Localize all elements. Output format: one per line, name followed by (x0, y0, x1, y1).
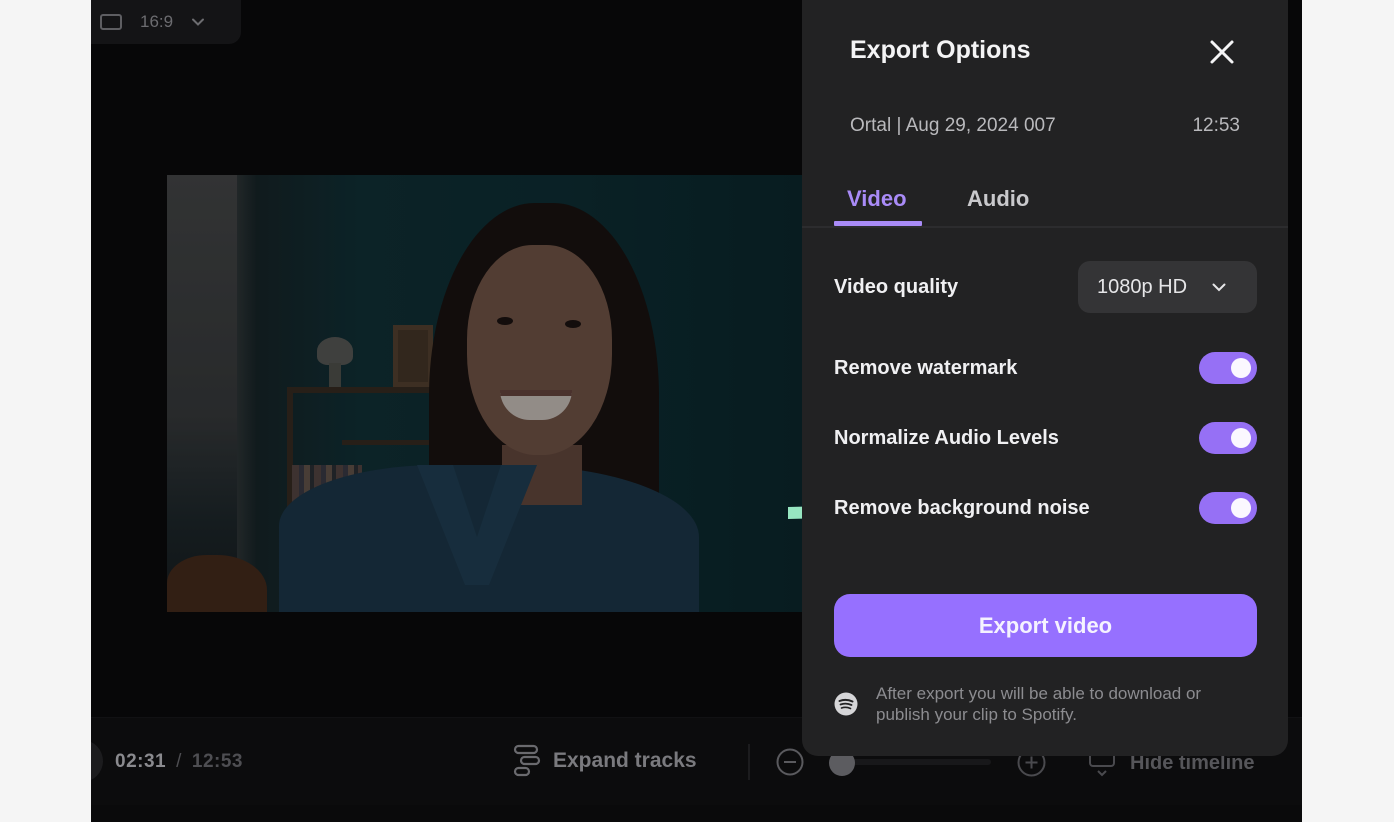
zoom-out-icon[interactable] (776, 748, 804, 776)
aspect-frame-icon (100, 14, 122, 30)
export-note: After export you will be able to downloa… (834, 683, 1257, 725)
export-options-panel: Export Options Ortal | Aug 29, 2024 007 … (802, 0, 1288, 756)
play-button[interactable] (91, 740, 103, 782)
option-row-remove-noise: Remove background noise (834, 482, 1257, 534)
export-tabs: Video Audio (802, 178, 1288, 228)
option-label: Remove watermark (834, 356, 1018, 379)
option-row-normalize-audio: Normalize Audio Levels (834, 412, 1257, 464)
toolbar-divider (748, 744, 750, 780)
remove-watermark-toggle[interactable] (1199, 352, 1257, 384)
current-time: 02:31 (115, 751, 167, 772)
export-note-text: After export you will be able to downloa… (876, 684, 1202, 724)
time-separator: / (176, 751, 182, 772)
timeline-area (91, 805, 1302, 822)
option-label: Remove background noise (834, 496, 1090, 519)
chevron-down-icon (1212, 283, 1226, 292)
total-time: 12:53 (191, 751, 243, 772)
video-quality-label: Video quality (834, 275, 959, 298)
panel-title: Export Options (850, 36, 1031, 64)
toggle-knob (1231, 498, 1251, 518)
tab-audio[interactable]: Audio (967, 186, 1029, 212)
spotify-icon (834, 692, 858, 716)
toggle-knob (1231, 358, 1251, 378)
clip-title: Ortal | Aug 29, 2024 007 (850, 115, 1056, 136)
video-quality-row: Video quality 1080p HD (834, 261, 1257, 313)
video-preview[interactable] (167, 175, 807, 612)
clip-duration: 12:53 (1192, 115, 1240, 136)
expand-tracks-label: Expand tracks (553, 749, 697, 772)
clip-meta: Ortal | Aug 29, 2024 007 12:53 (850, 115, 1240, 137)
modal-overlay-dim (167, 175, 807, 612)
aspect-ratio-value: 16:9 (140, 12, 174, 31)
tab-video[interactable]: Video (847, 186, 907, 212)
chevron-down-icon (192, 18, 205, 26)
tracks-icon (513, 744, 541, 777)
remove-noise-toggle[interactable] (1199, 492, 1257, 524)
close-icon[interactable] (1207, 37, 1237, 67)
expand-tracks-button[interactable]: Expand tracks (513, 744, 697, 778)
aspect-ratio-selector[interactable]: 16:9 (91, 0, 241, 44)
zoom-slider-track[interactable] (836, 759, 991, 765)
normalize-audio-toggle[interactable] (1199, 422, 1257, 454)
option-label: Normalize Audio Levels (834, 426, 1059, 449)
tabs-divider (802, 226, 1288, 228)
playback-time: 02:31 / 12:53 (115, 751, 243, 773)
video-quality-select[interactable]: 1080p HD (1078, 261, 1257, 313)
export-video-button[interactable]: Export video (834, 594, 1257, 657)
option-row-remove-watermark: Remove watermark (834, 342, 1257, 394)
toggle-knob (1231, 428, 1251, 448)
video-quality-value: 1080p HD (1097, 275, 1188, 298)
